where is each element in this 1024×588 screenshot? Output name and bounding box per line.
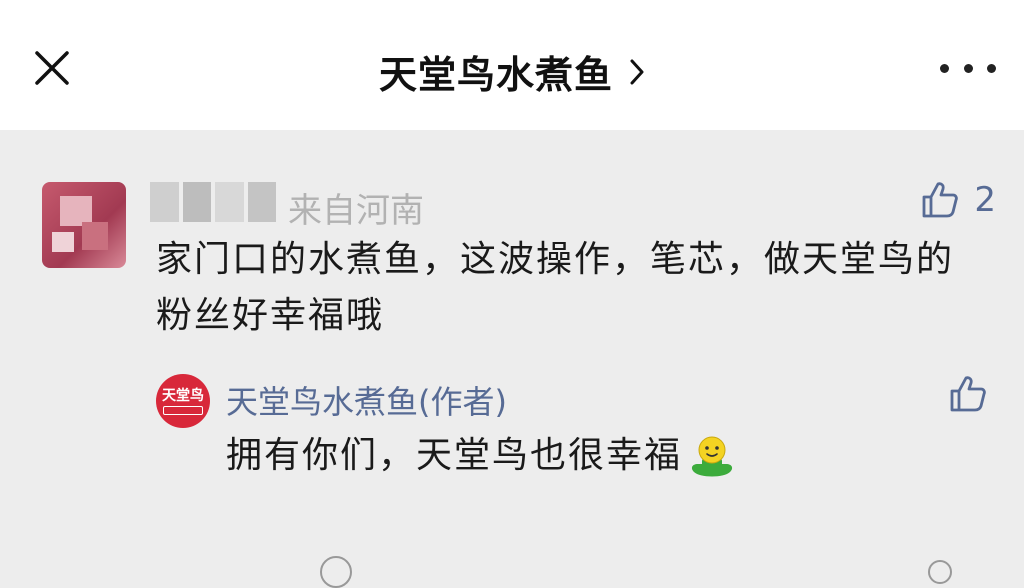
top-navigation-bar: 天堂鸟水煮鱼 xyxy=(0,0,1024,130)
reply-row: 拥有你们，天堂鸟也很幸福 xyxy=(226,428,738,484)
reply-like-button[interactable] xyxy=(948,374,988,418)
more-icon-dot xyxy=(963,63,973,73)
more-button[interactable] xyxy=(940,52,996,84)
more-icon-dot xyxy=(987,63,996,73)
like-count: 2 xyxy=(974,180,996,220)
reply-text: 拥有你们，天堂鸟也很幸福 xyxy=(226,435,683,476)
commenter-avatar[interactable] xyxy=(42,182,126,268)
author-avatar[interactable]: 天堂鸟 xyxy=(156,374,210,428)
comment-text: 家门口的水煮鱼，这波操作，笔芯，做天堂鸟的粉丝好幸福哦 xyxy=(156,239,955,336)
author-avatar-text: 天堂鸟 xyxy=(162,387,204,404)
account-title-link[interactable]: 天堂鸟水煮鱼 xyxy=(379,44,645,99)
more-icon xyxy=(940,63,949,73)
nav-title-area: 天堂鸟水煮鱼 xyxy=(0,44,1024,99)
avatar-mosaic xyxy=(82,222,108,250)
avatar-mosaic xyxy=(52,232,74,252)
page-title: 天堂鸟水煮鱼 xyxy=(378,53,613,97)
chevron-right-icon xyxy=(630,59,644,84)
commenter-name-blurred xyxy=(150,182,276,222)
partial-icon xyxy=(928,560,952,584)
thumbs-up-icon xyxy=(922,182,959,218)
comment-location: 来自河南 xyxy=(288,191,424,231)
author-avatar-badge xyxy=(163,405,203,415)
smiley-emoji-icon xyxy=(691,436,733,477)
partial-icon xyxy=(320,556,352,588)
thumbs-up-icon xyxy=(950,376,986,412)
comment-like-button[interactable]: 2 xyxy=(920,180,996,220)
reply-author-name: 天堂鸟水煮鱼(作者) xyxy=(226,383,507,421)
